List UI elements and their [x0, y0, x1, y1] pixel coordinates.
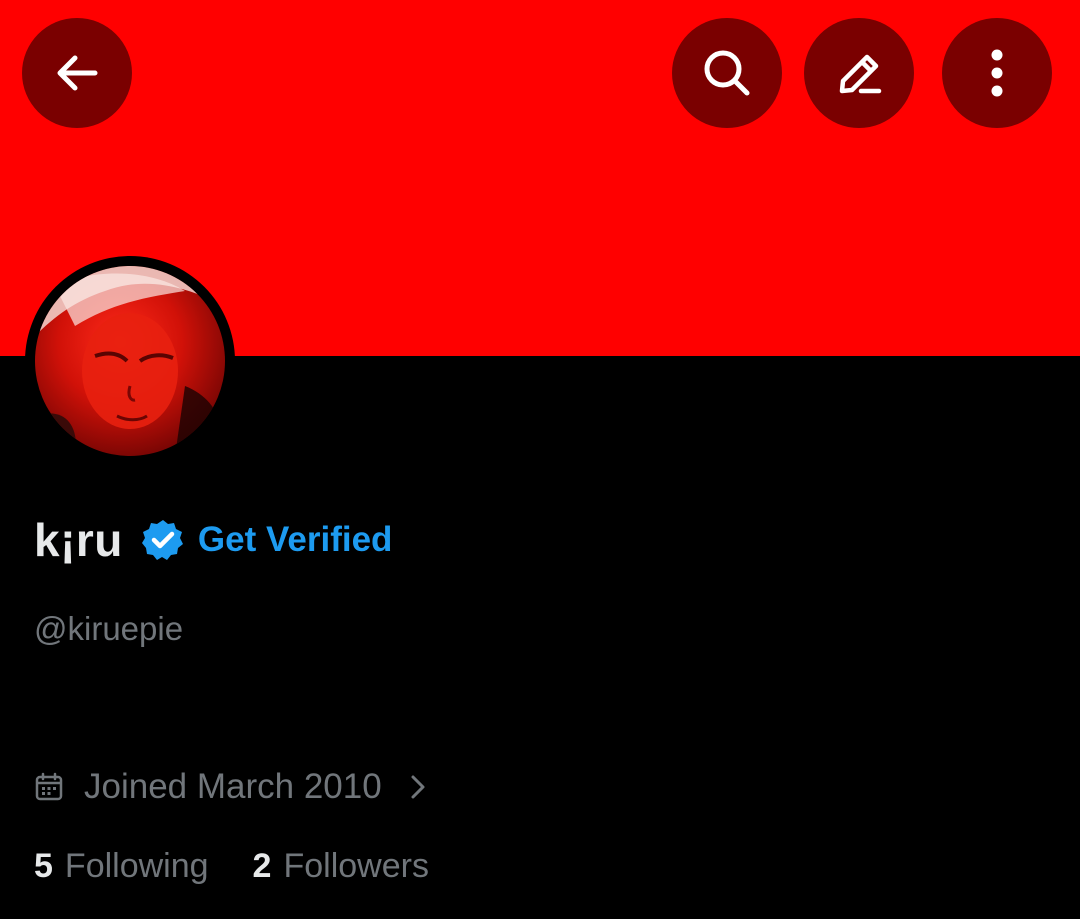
chevron-right-icon: [408, 772, 428, 802]
calendar-icon: [35, 772, 63, 801]
followers-label: Followers: [283, 846, 429, 885]
profile-name-row: k¡ru Get Verified: [34, 508, 392, 572]
get-verified-link[interactable]: Get Verified: [198, 520, 393, 560]
following-count: 5: [34, 846, 53, 885]
following-stat[interactable]: 5 Following: [34, 847, 209, 886]
pencil-icon: [839, 54, 882, 94]
following-label: Following: [64, 846, 209, 885]
arrow-left-icon: [57, 55, 98, 91]
back-button[interactable]: [22, 18, 132, 128]
joined-date-text: Joined March 2010: [84, 767, 382, 806]
search-icon: [704, 50, 750, 96]
followers-stat[interactable]: 2 Followers: [253, 847, 429, 886]
more-options-button[interactable]: [942, 18, 1052, 128]
joined-date-row[interactable]: Joined March 2010: [34, 764, 428, 810]
search-button[interactable]: [672, 18, 782, 128]
edit-profile-button[interactable]: [804, 18, 914, 128]
avatar-frame[interactable]: [25, 256, 235, 466]
avatar-photo: [35, 266, 225, 456]
followers-count: 2: [252, 846, 272, 885]
follow-stats: 5 Following 2 Followers: [34, 843, 429, 889]
verified-badge-icon[interactable]: [141, 518, 185, 562]
avatar[interactable]: [35, 266, 225, 456]
display-name: k¡ru: [34, 514, 123, 566]
more-vertical-icon: [991, 49, 1003, 97]
profile-handle: @kiruepie: [34, 610, 184, 647]
